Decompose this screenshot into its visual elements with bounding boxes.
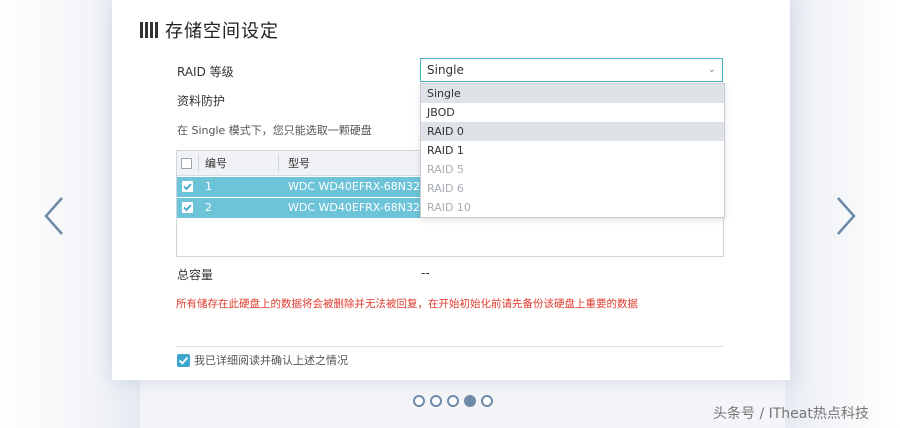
total-capacity-value: --	[421, 266, 430, 280]
raid-option-raid10: RAID 10	[427, 201, 471, 214]
raid-level-label: RAID 等级	[177, 65, 234, 79]
pager-dot[interactable]	[413, 395, 425, 407]
pager-dots	[413, 395, 493, 407]
select-all-checkbox[interactable]	[181, 158, 192, 169]
raid-option-single[interactable]: Single	[421, 84, 724, 103]
total-capacity-label: 总容量	[177, 268, 214, 282]
raid-option-raid0[interactable]: RAID 0	[421, 122, 724, 141]
row-checkbox[interactable]	[182, 181, 193, 192]
confirm-checkbox[interactable]	[177, 353, 190, 367]
row-checkbox[interactable]	[182, 202, 193, 213]
page-title-row: 存储空间设定	[140, 17, 279, 43]
column-header-model: 型号	[288, 157, 310, 170]
confirm-label: 我已详细阅读并确认上述之情况	[194, 354, 348, 367]
confirm-row[interactable]: 我已详细阅读并确认上述之情况	[177, 352, 348, 368]
disk-model: WDC WD40EFRX-68N32N0	[288, 201, 436, 214]
raid-level-dropdown: Single JBOD RAID 0 RAID 1 RAID 5 RAID 6 …	[420, 83, 725, 218]
chevron-right-icon[interactable]	[832, 194, 860, 238]
bars-icon	[140, 22, 158, 38]
pager-dot-active[interactable]	[464, 395, 476, 407]
raid-level-value: Single	[427, 63, 464, 77]
column-header-number: 编号	[205, 157, 227, 170]
single-mode-hint: 在 Single 模式下，您只能选取一颗硬盘	[177, 124, 372, 137]
data-protection-label: 资料防护	[177, 94, 226, 108]
raid-level-select[interactable]: Single ⌄	[420, 58, 723, 82]
watermark: 头条号 / ITheat热点科技	[713, 406, 869, 422]
divider	[176, 346, 724, 347]
data-loss-warning: 所有储存在此硬盘上的数据将会被删除并无法被回复，在开始初始化前请先备份该硬盘上重…	[176, 298, 638, 310]
raid-option-jbod[interactable]: JBOD	[421, 103, 724, 122]
disk-number: 1	[205, 180, 212, 193]
pager-dot[interactable]	[430, 395, 442, 407]
disk-model: WDC WD40EFRX-68N32N0	[288, 180, 436, 193]
page-title: 存储空间设定	[165, 21, 279, 42]
pager-dot[interactable]	[447, 395, 459, 407]
chevron-down-icon: ⌄	[707, 64, 716, 75]
chevron-left-icon[interactable]	[40, 194, 68, 238]
raid-option-raid1[interactable]: RAID 1	[421, 141, 724, 160]
disk-number: 2	[205, 201, 212, 214]
raid-option-raid5: RAID 5	[427, 163, 464, 176]
raid-option-raid6: RAID 6	[427, 182, 464, 195]
pager-dot[interactable]	[481, 395, 493, 407]
